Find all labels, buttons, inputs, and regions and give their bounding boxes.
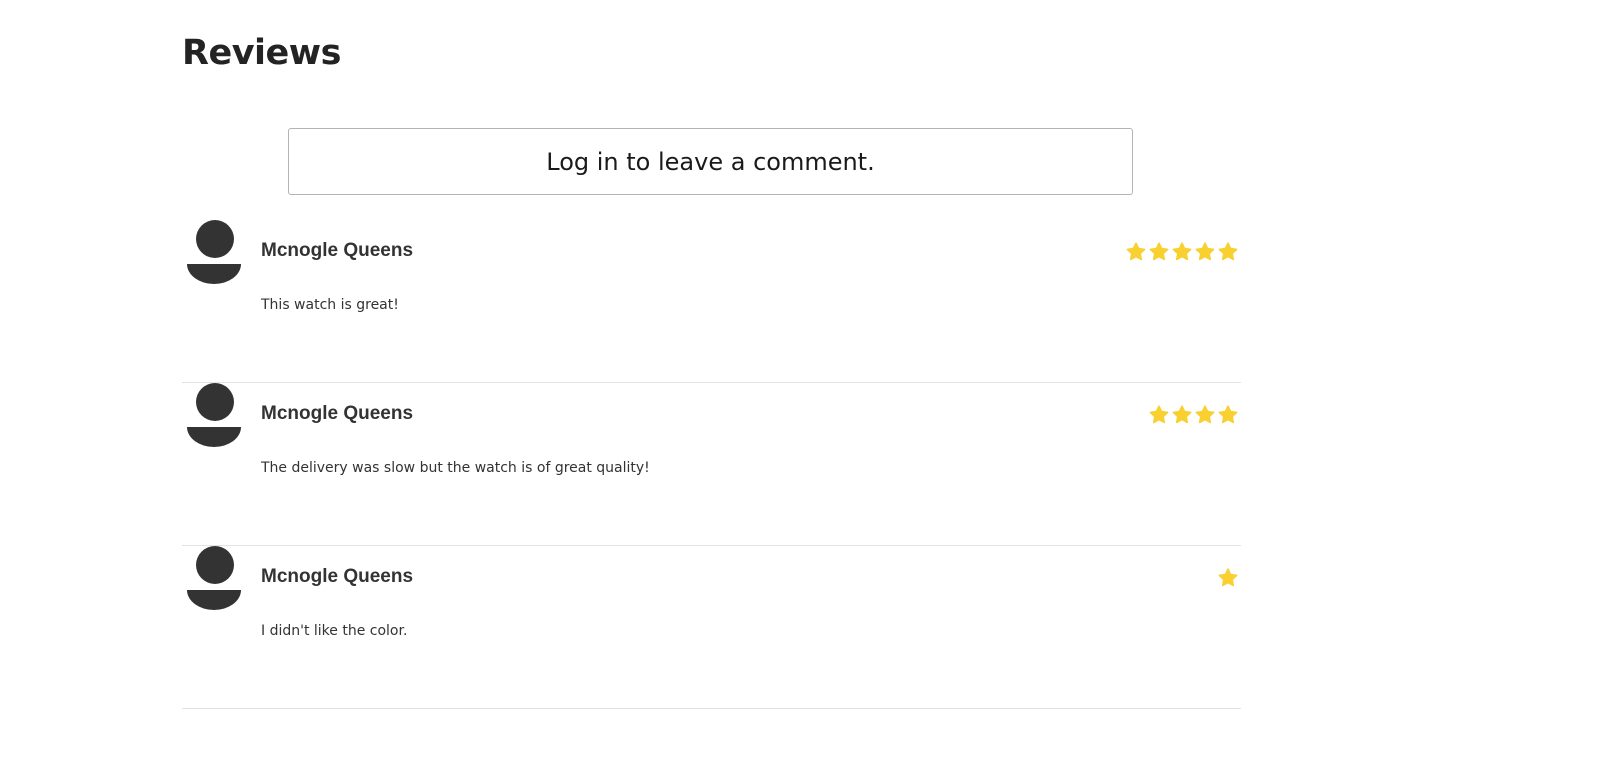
star-icon [1195, 405, 1215, 425]
review-item: Mcnogle Queens This watch is great! [182, 220, 1241, 383]
avatar-body [187, 427, 241, 447]
review-item: Mcnogle Queens The delivery was slow but… [182, 383, 1241, 546]
star-icon [1149, 405, 1169, 425]
review-text: The delivery was slow but the watch is o… [261, 460, 650, 476]
reviewer-name: Mcnogle Queens [261, 403, 414, 424]
user-avatar-icon [187, 546, 241, 610]
star-icon [1149, 242, 1169, 262]
star-rating [1149, 405, 1238, 425]
page-title: Reviews [182, 33, 341, 73]
star-rating [1126, 242, 1238, 262]
reviews-page: Reviews Log in to leave a comment. Mcnog… [0, 0, 1600, 762]
star-icon [1172, 405, 1192, 425]
star-icon [1218, 568, 1238, 588]
login-to-comment-button[interactable]: Log in to leave a comment. [288, 128, 1133, 195]
reviewer-name: Mcnogle Queens [261, 240, 414, 261]
user-avatar-icon [187, 383, 241, 447]
review-item: Mcnogle Queens I didn't like the color. [182, 546, 1241, 709]
avatar-body [187, 590, 241, 610]
review-text: I didn't like the color. [261, 623, 408, 639]
avatar-head [196, 546, 234, 584]
avatar-head [196, 220, 234, 258]
star-icon [1218, 242, 1238, 262]
star-icon [1195, 242, 1215, 262]
reviewer-name: Mcnogle Queens [261, 566, 414, 587]
star-icon [1126, 242, 1146, 262]
avatar-head [196, 383, 234, 421]
star-rating [1218, 568, 1238, 588]
review-text: This watch is great! [261, 297, 399, 313]
star-icon [1218, 405, 1238, 425]
user-avatar-icon [187, 220, 241, 284]
star-icon [1172, 242, 1192, 262]
avatar-body [187, 264, 241, 284]
